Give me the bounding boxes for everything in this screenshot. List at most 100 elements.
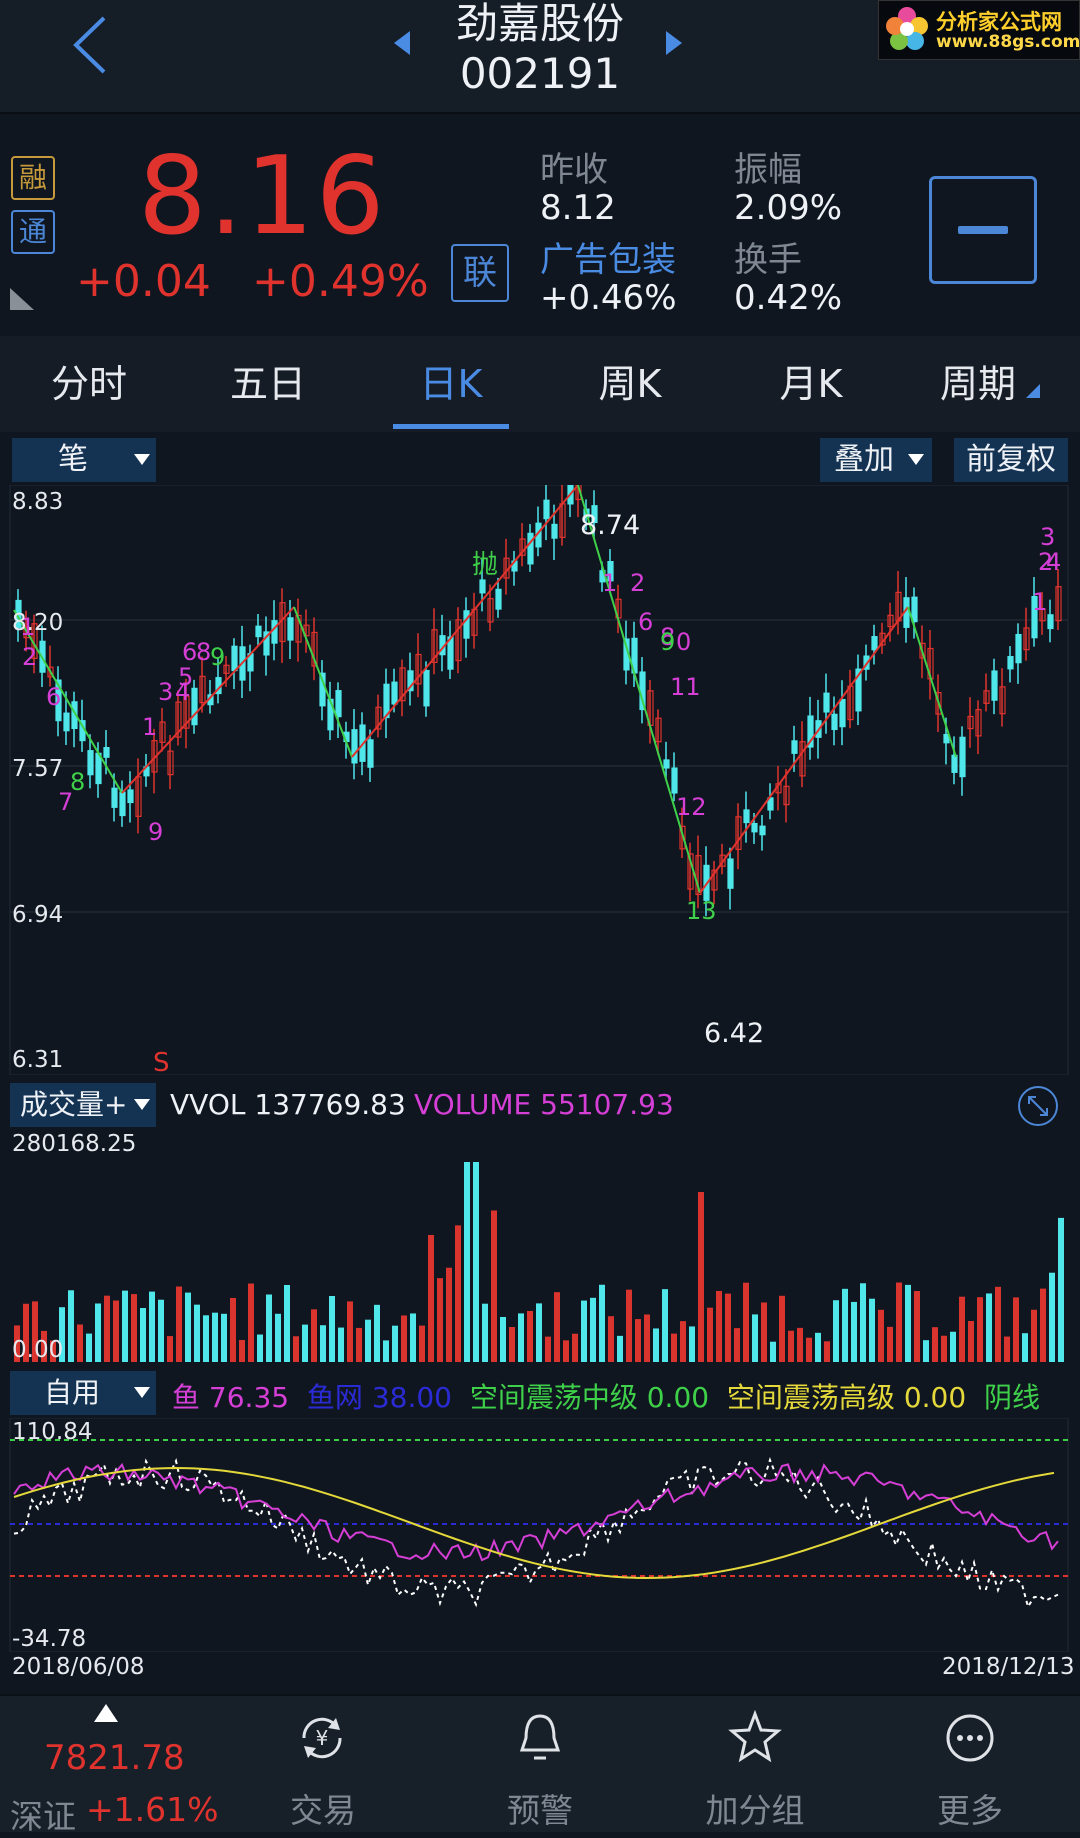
- adjust-button[interactable]: 前复权: [954, 438, 1068, 482]
- volume-bar: [293, 1336, 299, 1362]
- back-arrow-icon[interactable]: [70, 14, 110, 76]
- candle-body: [1047, 614, 1054, 630]
- volume-bar: [185, 1292, 191, 1362]
- kline-chart[interactable]: 12678913 456891 2689 01112133241: [0, 485, 1080, 1075]
- overlay-dropdown[interactable]: 叠加: [820, 438, 932, 482]
- volume-bar: [995, 1286, 1001, 1362]
- candle-body: [335, 690, 342, 718]
- indicator-y-max: 110.84: [12, 1419, 93, 1445]
- candle-body: [823, 692, 830, 713]
- volume-bar: [509, 1327, 515, 1362]
- signal-number: 5: [178, 663, 193, 691]
- trade-icon[interactable]: ¥: [296, 1712, 348, 1764]
- trend-stroke: [351, 485, 579, 758]
- linked-button[interactable]: 联: [451, 244, 509, 302]
- previous-stock-icon[interactable]: [390, 28, 414, 58]
- signal-number: 3: [158, 678, 173, 706]
- volume-bar: [473, 1162, 479, 1362]
- volume-bar: [932, 1327, 938, 1362]
- volume-bar: [869, 1298, 875, 1362]
- stock-code: 002191: [459, 49, 621, 98]
- volume-bar: [923, 1340, 929, 1362]
- sector-label[interactable]: 广告包装: [540, 232, 676, 281]
- signal-number: 6: [638, 608, 653, 636]
- volume-bar: [455, 1225, 461, 1362]
- candle-body: [751, 822, 758, 833]
- candle-body: [127, 789, 134, 804]
- signal-number: 12: [676, 793, 707, 821]
- y-tick-max: 8.83: [12, 489, 64, 515]
- volume-bar: [707, 1307, 713, 1362]
- volume-bar: [275, 1313, 281, 1362]
- kline-frame: [9, 485, 1069, 1075]
- volume-bar: [356, 1327, 362, 1362]
- remove-watchlist-button[interactable]: [929, 176, 1037, 284]
- y-tick-2: 8.20: [12, 610, 64, 636]
- signal-number: 1: [142, 713, 157, 741]
- volume-bar: [950, 1331, 956, 1362]
- tab-intraday[interactable]: 分时: [14, 336, 164, 432]
- candle-body: [111, 787, 118, 808]
- volume-bar: [68, 1290, 74, 1362]
- volume-bar: [149, 1291, 155, 1362]
- index-value[interactable]: 7821.78: [44, 1738, 185, 1778]
- volume-bar: [365, 1319, 371, 1362]
- prev-close-label: 昨收: [540, 150, 608, 190]
- s-signal: S: [153, 1048, 170, 1078]
- candle-body: [727, 858, 734, 889]
- active-tab-indicator: [393, 424, 509, 429]
- amplitude-label: 振幅: [734, 150, 802, 190]
- legend-mid: 空间震荡中级 0.00: [469, 1381, 710, 1414]
- candle-body: [951, 754, 958, 773]
- volume-dropdown[interactable]: 成交量+: [10, 1083, 156, 1127]
- volume-bar: [680, 1321, 686, 1362]
- nav-alert[interactable]: 预警: [460, 1784, 620, 1832]
- indicator-chart[interactable]: [0, 1418, 1080, 1652]
- candle-body: [991, 670, 998, 701]
- volume-bar: [797, 1327, 803, 1362]
- high-price-label: 8.74: [580, 510, 641, 541]
- indicator-frame: [9, 1418, 1069, 1652]
- expand-icon[interactable]: [1016, 1084, 1060, 1128]
- candle-body: [551, 523, 558, 539]
- tab-monthly-k[interactable]: 月K: [736, 336, 886, 432]
- volume-bar: [716, 1290, 722, 1362]
- volume-bar: [212, 1312, 218, 1362]
- star-icon[interactable]: [728, 1710, 782, 1764]
- volume-bar: [392, 1325, 398, 1362]
- nav-more[interactable]: 更多: [890, 1784, 1050, 1832]
- stroke-dropdown[interactable]: 笔: [12, 438, 156, 482]
- price-change: +0.04: [76, 256, 211, 307]
- signal-number: 9: [210, 643, 225, 671]
- bell-icon[interactable]: [514, 1710, 566, 1766]
- candle-body: [527, 532, 534, 565]
- volume-bar: [968, 1320, 974, 1362]
- legend-fish: 鱼 76.35: [172, 1381, 290, 1414]
- volume-bar: [599, 1284, 605, 1362]
- candle-body: [871, 636, 878, 651]
- volume-bar: [338, 1327, 344, 1362]
- volume-chart[interactable]: [0, 1128, 1080, 1364]
- nav-trade[interactable]: 交易: [243, 1784, 403, 1832]
- up-triangle-icon: [94, 1704, 118, 1722]
- next-stock-icon[interactable]: [662, 28, 686, 58]
- volume-bar: [1022, 1333, 1028, 1362]
- volume-bar: [689, 1326, 695, 1362]
- nav-add-group[interactable]: 加分组: [675, 1784, 835, 1832]
- indicator-dropdown[interactable]: 自用: [10, 1371, 156, 1415]
- volume-bar: [131, 1294, 137, 1362]
- volume-bar: [842, 1288, 848, 1362]
- signal-number: 11: [670, 673, 701, 701]
- more-icon[interactable]: [944, 1712, 996, 1764]
- volume-bar: [653, 1328, 659, 1362]
- stock-name: 劲嘉股份: [455, 0, 624, 48]
- overlay-dropdown-label: 叠加: [834, 442, 894, 477]
- tab-daily-k[interactable]: 日K: [376, 336, 526, 432]
- volume-bar: [905, 1284, 911, 1362]
- tab-five-day[interactable]: 五日: [193, 336, 343, 432]
- candle-body: [911, 596, 918, 623]
- throw-signal: 抛: [472, 550, 499, 580]
- tab-weekly-k[interactable]: 周K: [555, 336, 705, 432]
- prev-close-value: 8.12: [540, 188, 616, 228]
- volume-bar: [140, 1308, 146, 1362]
